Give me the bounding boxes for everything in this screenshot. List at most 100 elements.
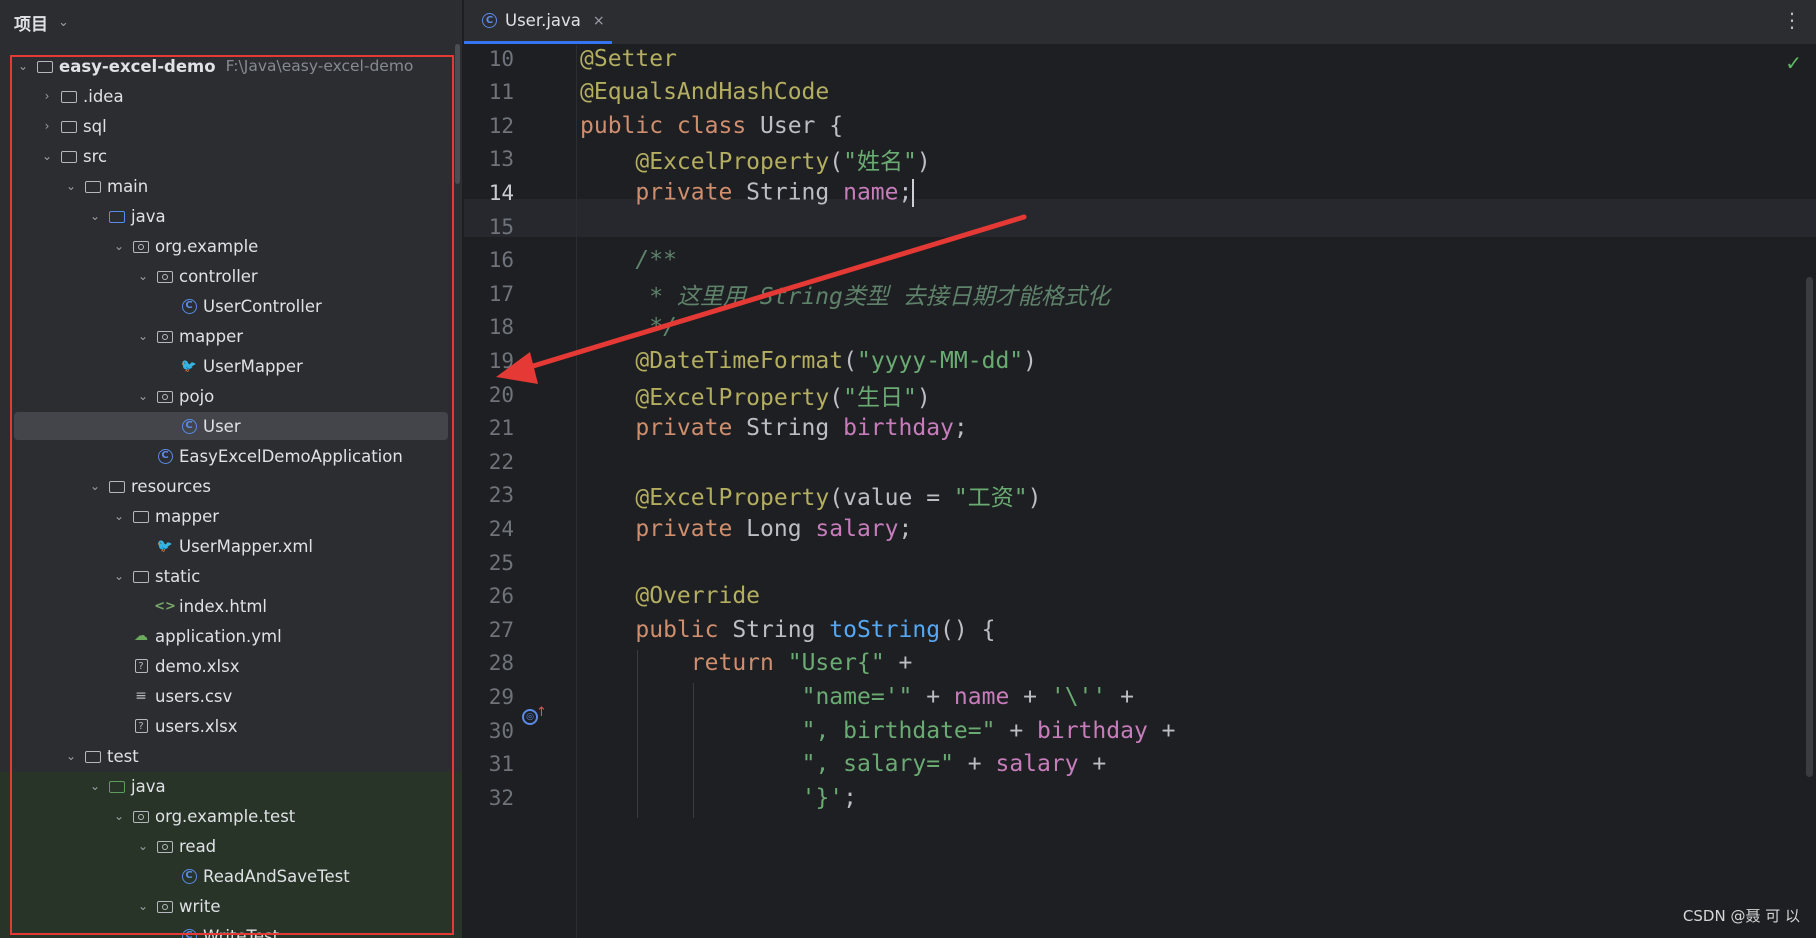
- tree-item[interactable]: ⌄ main: [0, 171, 462, 201]
- tree-item[interactable]: ⌄ java: [0, 201, 462, 231]
- editor-scrollbar[interactable]: [1806, 277, 1813, 777]
- chevron-down-icon[interactable]: ⌄: [86, 479, 104, 493]
- tree-item[interactable]: ☁ application.yml: [0, 621, 462, 651]
- code-token: @Setter: [580, 45, 677, 72]
- tree-item[interactable]: ⌄ static: [0, 561, 462, 591]
- code-token: @ExcelProperty: [635, 149, 830, 176]
- code-text: @ExcelProperty("生日"): [635, 378, 930, 412]
- tree-item-label: users.xlsx: [155, 716, 238, 736]
- chevron-down-icon[interactable]: ⌄: [110, 569, 128, 583]
- chevron-down-icon[interactable]: ⌄: [110, 239, 128, 253]
- tree-item-label: User: [203, 416, 241, 436]
- chevron-down-icon[interactable]: ⌄: [14, 59, 32, 73]
- folder-icon: [108, 478, 126, 494]
- tree-item[interactable]: ⌄ src: [0, 141, 462, 171]
- tree-item[interactable]: ⌄ org.example.test: [0, 801, 462, 831]
- tree-item[interactable]: ⌄ java: [0, 771, 462, 801]
- code-text: "name='" + name + '\'' +: [802, 684, 1134, 710]
- chevron-down-icon[interactable]: ⌄: [86, 209, 104, 223]
- unknown-file-icon: ?: [132, 718, 150, 734]
- tree-item[interactable]: ⌄ test: [0, 741, 462, 771]
- code-token: */: [635, 314, 677, 341]
- tree-item[interactable]: › sql: [0, 111, 462, 141]
- code-text: @ExcelProperty("姓名"): [635, 142, 930, 176]
- tree-item-label: EasyExcelDemoApplication: [179, 446, 403, 466]
- tree-item[interactable]: C WriteTest: [0, 921, 462, 938]
- chevron-down-icon[interactable]: ⌄: [86, 779, 104, 793]
- chevron-down-icon[interactable]: ⌄: [58, 15, 69, 30]
- tree-item-label: demo.xlsx: [155, 656, 240, 676]
- code-line[interactable]: 32 '}';: [464, 778, 1816, 817]
- line-number: 24: [488, 516, 514, 541]
- tree-item[interactable]: C EasyExcelDemoApplication: [0, 441, 462, 471]
- editor-tab-bar: C User.java × ⋮: [464, 0, 1816, 45]
- tree-item[interactable]: ? users.xlsx: [0, 711, 462, 741]
- tree-item[interactable]: › .idea: [0, 81, 462, 111]
- code-token: "生日": [843, 384, 917, 411]
- code-editor[interactable]: 10 @Setter 11 @EqualsAndHashCode 12 public cl…: [464, 45, 1816, 938]
- tree-item[interactable]: ⌄ mapper: [0, 501, 462, 531]
- more-icon[interactable]: ⋮: [1782, 8, 1802, 32]
- tree-item-label: test: [107, 746, 139, 766]
- chevron-down-icon[interactable]: ⌄: [62, 179, 80, 193]
- tree-item[interactable]: C UserController: [0, 291, 462, 321]
- code-text: @ExcelProperty(value = "工资"): [635, 478, 1041, 512]
- tree-item-label: ReadAndSaveTest: [203, 866, 350, 886]
- override-icon[interactable]: ◎ ↑: [522, 705, 547, 725]
- code-token: ;: [953, 415, 968, 442]
- folder-icon: [60, 118, 78, 134]
- code-token: return: [690, 650, 788, 677]
- chevron-down-icon[interactable]: ⌄: [110, 809, 128, 823]
- tree-item[interactable]: ⌄ read: [0, 831, 462, 861]
- code-text: private String birthday;: [635, 415, 967, 441]
- tree-item[interactable]: <> index.html: [0, 591, 462, 621]
- tree-item-label: read: [179, 836, 217, 856]
- check-icon[interactable]: ✓: [1785, 51, 1802, 75]
- chevron-down-icon[interactable]: ⌄: [110, 509, 128, 523]
- chevron-right-icon[interactable]: ›: [38, 89, 56, 103]
- project-panel-scrollbar[interactable]: [455, 44, 460, 184]
- line-number: 26: [488, 584, 514, 609]
- code-token: birthday: [1037, 717, 1148, 744]
- line-number: 31: [488, 752, 514, 777]
- code-token: private: [635, 515, 747, 542]
- package-icon: [156, 388, 174, 404]
- watermark: CSDN @聂 可 以: [1682, 907, 1800, 925]
- chevron-down-icon[interactable]: ⌄: [38, 149, 56, 163]
- chevron-right-icon[interactable]: ›: [38, 119, 56, 133]
- class-icon: C: [156, 448, 174, 464]
- tree-item[interactable]: ⌄ pojo: [0, 381, 462, 411]
- code-token: name: [953, 683, 1010, 710]
- tree-item[interactable]: ⌄ org.example: [0, 231, 462, 261]
- line-number: 28: [488, 651, 514, 676]
- tree-item[interactable]: ⌄ write: [0, 891, 462, 921]
- package-icon: [156, 838, 174, 854]
- code-token: (: [829, 384, 844, 411]
- tree-item[interactable]: ⌄ mapper: [0, 321, 462, 351]
- tab-user-java[interactable]: C User.java ×: [464, 0, 612, 44]
- tree-root-row[interactable]: ⌄ easy-excel-demo F:\Java\easy-excel-dem…: [0, 51, 462, 81]
- chevron-down-icon[interactable]: ⌄: [134, 899, 152, 913]
- project-panel-header[interactable]: 项目 ⌄: [0, 0, 462, 44]
- tree-item[interactable]: ? demo.xlsx: [0, 651, 462, 681]
- tree-item[interactable]: ⌄ resources: [0, 471, 462, 501]
- tree-item[interactable]: ≡ users.csv: [0, 681, 462, 711]
- source-folder-icon: [108, 208, 126, 224]
- chevron-down-icon[interactable]: ⌄: [134, 329, 152, 343]
- tree-item[interactable]: 🐦 UserMapper: [0, 351, 462, 381]
- code-token: String: [732, 616, 830, 643]
- chevron-down-icon[interactable]: ⌄: [62, 749, 80, 763]
- code-token: name: [843, 179, 899, 206]
- chevron-down-icon[interactable]: ⌄: [134, 389, 152, 403]
- code-text: private String name;: [635, 178, 915, 207]
- close-icon[interactable]: ×: [593, 13, 605, 29]
- chevron-down-icon[interactable]: ⌄: [134, 839, 152, 853]
- tree-item[interactable]: C User: [0, 411, 462, 441]
- tree-item[interactable]: C ReadAndSaveTest: [0, 861, 462, 891]
- code-token: "yyyy-MM-dd": [856, 347, 1024, 374]
- tree-item[interactable]: ⌄ controller: [0, 261, 462, 291]
- code-token: User {: [760, 112, 844, 139]
- line-number: 25: [488, 550, 514, 575]
- chevron-down-icon[interactable]: ⌄: [134, 269, 152, 283]
- tree-item[interactable]: 🐦 UserMapper.xml: [0, 531, 462, 561]
